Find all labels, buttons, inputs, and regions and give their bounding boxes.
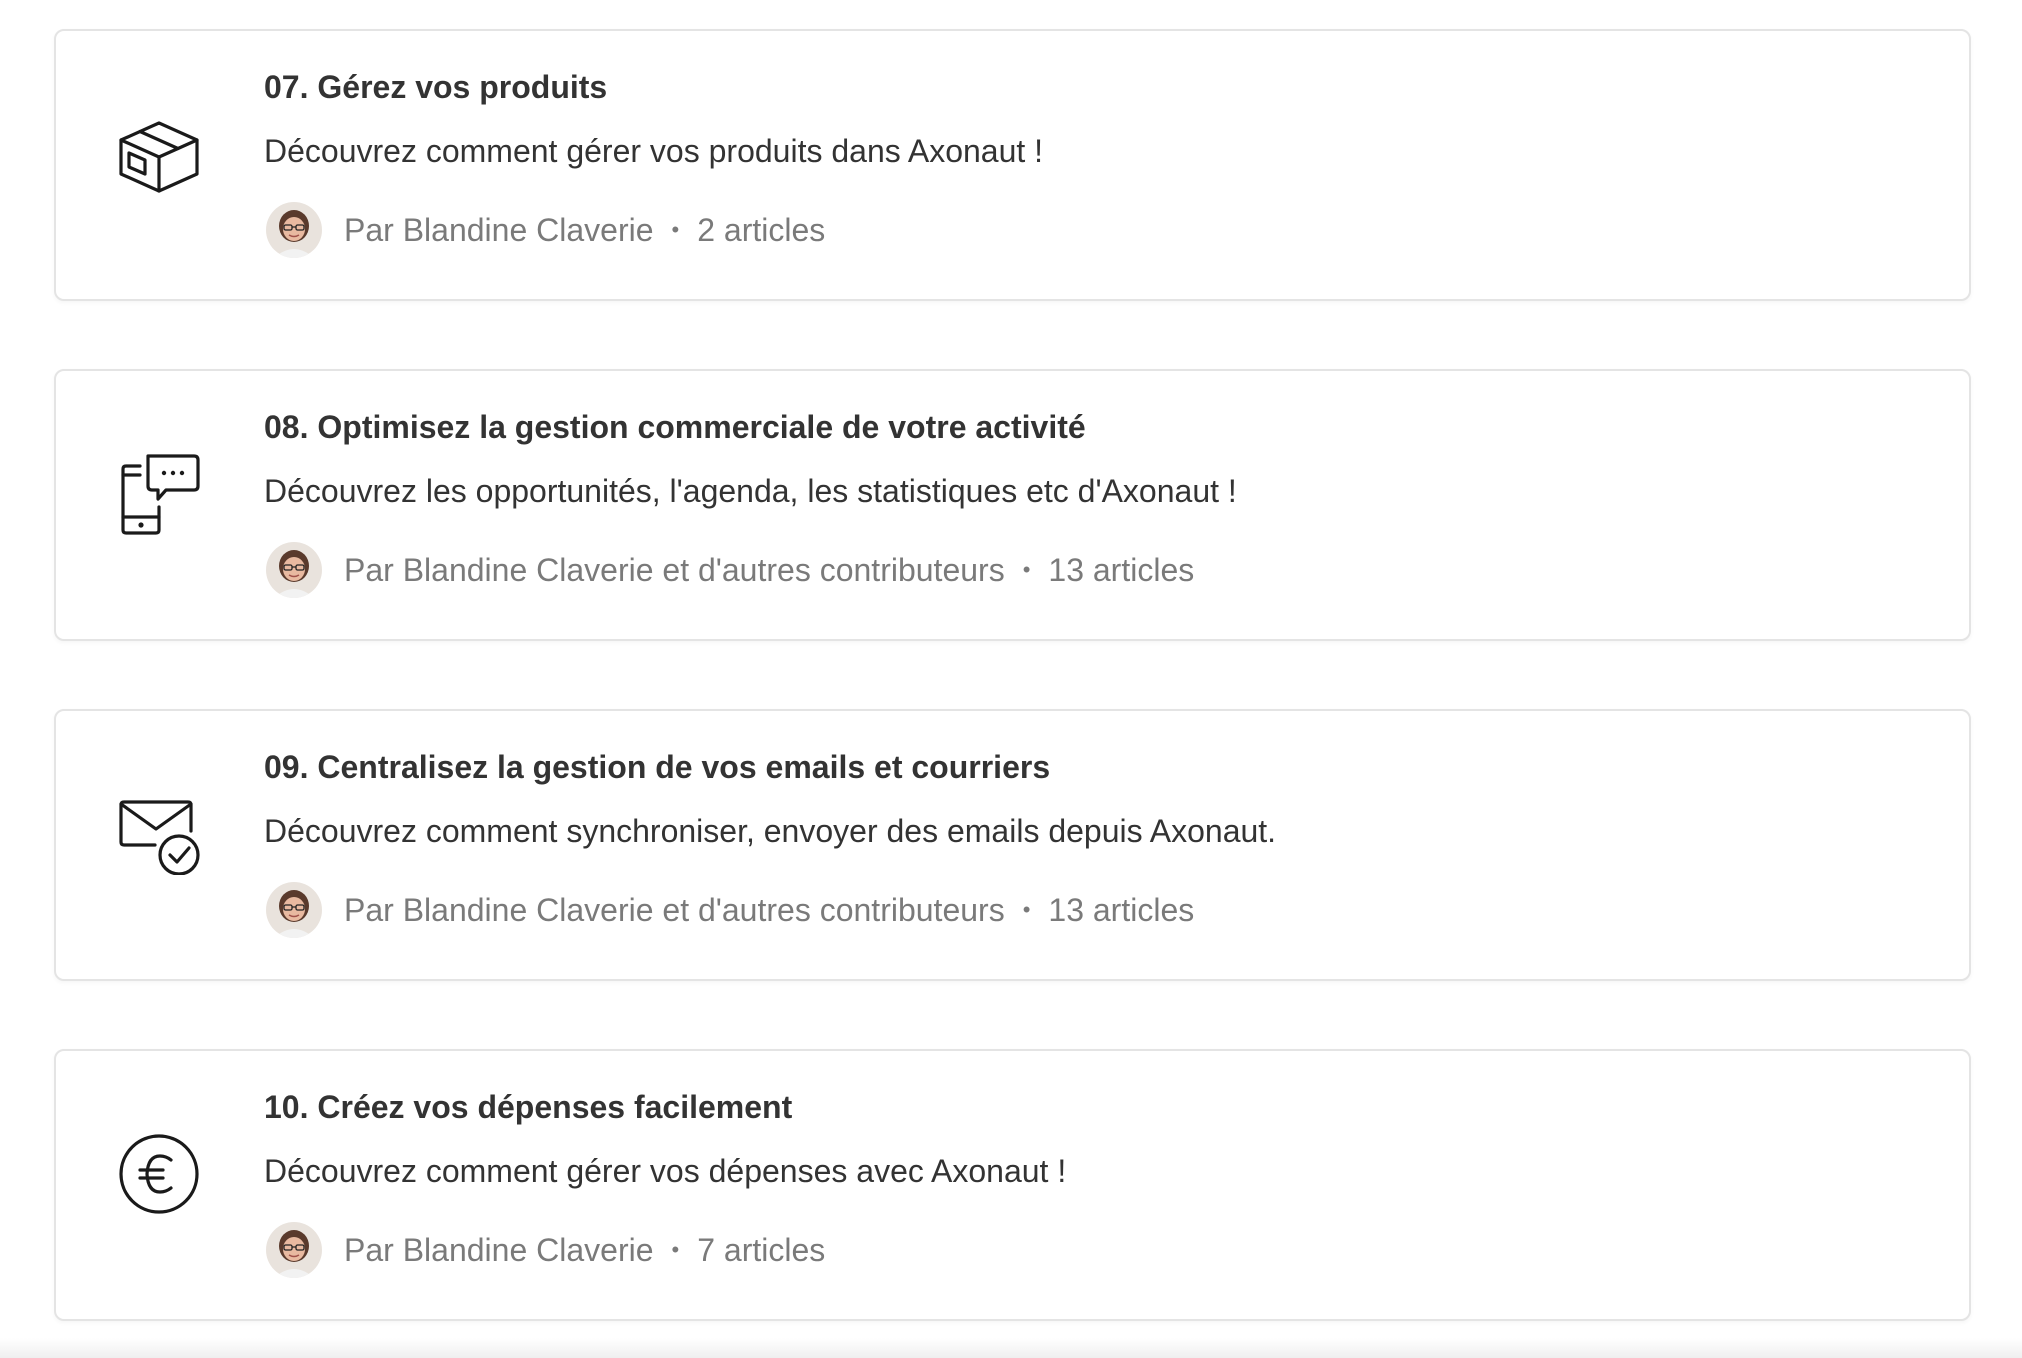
article-count: 2 articles (697, 211, 826, 248)
collection-meta: Par Blandine Claverie et d'autres contri… (266, 541, 1194, 599)
collection-title[interactable]: 09. Centralisez la gestion de vos emails… (264, 749, 1050, 786)
author-name: Par Blandine Claverie (344, 1231, 654, 1268)
author-avatar (266, 542, 322, 598)
phone-chat-icon (118, 453, 200, 535)
euro-icon (118, 1133, 200, 1215)
collection-title[interactable]: 07. Gérez vos produits (264, 69, 607, 106)
collection-title[interactable]: 10. Créez vos dépenses facilement (264, 1089, 792, 1126)
collection-meta: Par Blandine Claverie et d'autres contri… (266, 881, 1194, 939)
collections-page: 07. Gérez vos produits Découvrez comment… (0, 0, 2022, 1358)
meta-separator: • (1022, 897, 1031, 922)
author-avatar (266, 882, 322, 938)
collection-description: Découvrez comment gérer vos dépenses ave… (264, 1153, 1067, 1189)
collection-title[interactable]: 08. Optimisez la gestion commerciale de … (264, 409, 1086, 446)
collection-description: Découvrez les opportunités, l'agenda, le… (264, 473, 1237, 509)
article-count: 13 articles (1048, 551, 1195, 588)
collection-card-commercial[interactable]: 08. Optimisez la gestion commerciale de … (54, 369, 1971, 641)
collection-card-emails[interactable]: 09. Centralisez la gestion de vos emails… (54, 709, 1971, 981)
author-name: Par Blandine Claverie et d'autres contri… (344, 551, 1005, 588)
meta-separator: • (671, 1237, 680, 1262)
article-count: 7 articles (697, 1231, 826, 1268)
mail-check-icon (118, 793, 200, 875)
collection-description: Découvrez comment gérer vos produits dan… (264, 133, 1044, 169)
article-count: 13 articles (1048, 891, 1195, 928)
bottom-fade (0, 1338, 2022, 1358)
collection-meta: Par Blandine Claverie • 7 articles (266, 1221, 825, 1279)
author-name: Par Blandine Claverie (344, 211, 654, 248)
box-icon (118, 113, 200, 195)
author-name: Par Blandine Claverie et d'autres contri… (344, 891, 1005, 928)
meta-separator: • (1022, 557, 1031, 582)
meta-separator: • (671, 217, 680, 242)
collection-card-expenses[interactable]: 10. Créez vos dépenses facilement Découv… (54, 1049, 1971, 1321)
author-avatar (266, 202, 322, 258)
author-avatar (266, 1222, 322, 1278)
collection-meta: Par Blandine Claverie • 2 articles (266, 201, 825, 259)
collection-description: Découvrez comment synchroniser, envoyer … (264, 813, 1277, 849)
collection-card-products[interactable]: 07. Gérez vos produits Découvrez comment… (54, 29, 1971, 301)
